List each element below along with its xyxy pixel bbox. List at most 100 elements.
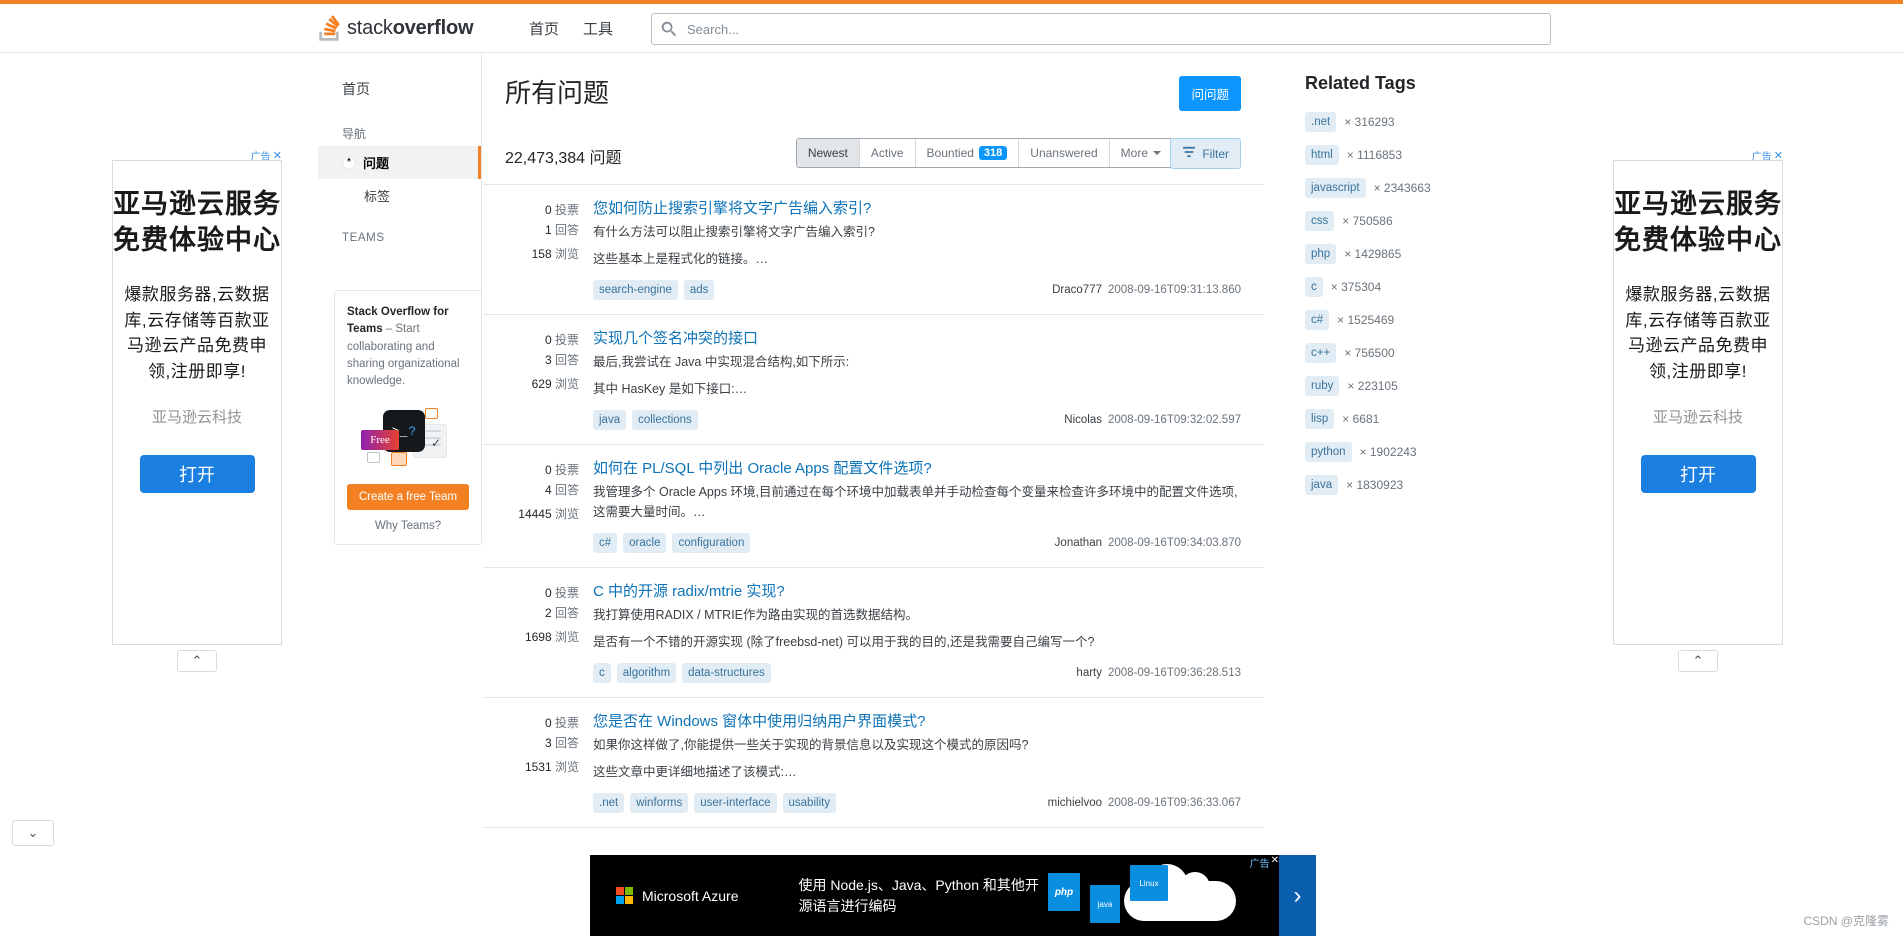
tab-more[interactable]: More xyxy=(1109,139,1172,167)
left-ad-cta-button[interactable]: 打开 xyxy=(139,455,255,494)
bottom-ad-close-icon[interactable]: ✕ xyxy=(1271,855,1279,870)
question-timestamp: 2008-09-16T09:31:13.860 xyxy=(1108,284,1241,296)
tab-bountied[interactable]: Bountied 318 xyxy=(915,139,1020,167)
teams-promo-card: Stack Overflow for Teams – Start collabo… xyxy=(334,290,482,546)
question-excerpt: 如果你这样做了,你能提供一些关于实现的背景信息以及实现这个模式的原因吗? xyxy=(593,738,1029,753)
related-tag[interactable]: ruby xyxy=(1305,376,1340,396)
search-input[interactable] xyxy=(685,20,1541,38)
question-votes-count: 0 xyxy=(544,203,552,217)
ask-question-button[interactable]: 问问题 xyxy=(1179,76,1241,111)
sidebar-section-teams: TEAMS xyxy=(342,232,385,244)
question-views-count: 629 xyxy=(531,377,552,391)
question-tag[interactable]: c# xyxy=(593,533,618,553)
right-ad-collapse-button[interactable]: ⌃ xyxy=(1678,650,1718,672)
related-tag[interactable]: python xyxy=(1305,442,1352,462)
related-tag-count: × 756500 xyxy=(1344,346,1395,360)
question-tag[interactable]: data-structures xyxy=(682,663,771,683)
question-title-link[interactable]: 您是否在 Windows 窗体中使用归纳用户界面模式? xyxy=(593,712,1241,732)
bottom-banner-ad[interactable]: Microsoft Azure 使用 Node.js、Java、Python 和… xyxy=(590,855,1316,936)
question-tag[interactable]: usability xyxy=(782,793,837,813)
right-ad-cta-button[interactable]: 打开 xyxy=(1640,455,1756,494)
question-votes-stat: 0 投票 xyxy=(505,330,579,350)
related-tag[interactable]: javascript xyxy=(1305,178,1366,198)
question-title-link[interactable]: 如何在 PL/SQL 中列出 Oracle Apps 配置文件选项? xyxy=(593,459,1241,479)
question-title-link[interactable]: C 中的开源 radix/mtrie 实现? xyxy=(593,582,1241,602)
question-tag[interactable]: java xyxy=(593,410,627,430)
question-author[interactable]: Nicolas xyxy=(1064,414,1102,426)
question-tag[interactable]: oracle xyxy=(623,533,667,553)
related-tag-row: c × 375304 xyxy=(1305,277,1583,297)
left-ad-collapse-button[interactable]: ⌃ xyxy=(177,650,217,672)
globe-icon xyxy=(342,156,356,170)
filter-button-label: Filter xyxy=(1202,146,1229,161)
question-votes-stat: 0 投票 xyxy=(505,713,579,733)
related-tag[interactable]: lisp xyxy=(1305,409,1335,429)
question-tag[interactable]: search-engine xyxy=(593,280,678,300)
why-teams-link[interactable]: Why Teams? xyxy=(347,520,469,532)
question-footer: .net winforms user-interface usability michi… xyxy=(593,793,1241,813)
related-tag[interactable]: java xyxy=(1305,475,1339,495)
sidebar-item-questions[interactable]: 问题 xyxy=(318,146,481,179)
left-ad-body[interactable]: 亚马逊云服务免费体验中心 爆款服务器,云数据库,云存储等百款亚马逊云产品免费申领… xyxy=(112,160,282,645)
question-views-label: 浏览 xyxy=(554,377,579,391)
question-tag[interactable]: configuration xyxy=(672,533,751,553)
related-tag[interactable]: c xyxy=(1305,277,1323,297)
question-author[interactable]: Draco777 xyxy=(1052,284,1102,296)
checkmark-icon: ✓ xyxy=(431,436,442,451)
question-item: 0 投票 3 回答 629 浏览 实现几个签名冲突的接口 最后,我尝试在 Java 中实… xyxy=(483,315,1263,445)
question-tag[interactable]: collections xyxy=(632,410,698,430)
question-views-label: 浏览 xyxy=(554,507,579,521)
question-stats: 0 投票 3 回答 1531 浏览 xyxy=(505,712,593,813)
related-tag[interactable]: css xyxy=(1305,211,1335,231)
related-tag[interactable]: c# xyxy=(1305,310,1330,330)
question-author[interactable]: michielvoo xyxy=(1048,797,1102,809)
search-bar[interactable] xyxy=(651,13,1551,45)
question-views-stat: 14445 浏览 xyxy=(505,504,579,524)
question-tag[interactable]: algorithm xyxy=(616,663,677,683)
tab-active[interactable]: Active xyxy=(859,139,916,167)
filter-button[interactable]: Filter xyxy=(1170,138,1241,169)
related-tag-count: × 2343663 xyxy=(1373,181,1431,195)
right-ad-body[interactable]: 亚马逊云服务免费体验中心 爆款服务器,云数据库,云存储等百款亚马逊云产品免费申领… xyxy=(1613,160,1783,645)
related-tag[interactable]: html xyxy=(1305,145,1339,165)
question-votes-label: 投票 xyxy=(554,203,579,217)
related-tag-count: × 1429865 xyxy=(1344,247,1402,261)
question-tag[interactable]: .net xyxy=(593,793,625,813)
question-title-link[interactable]: 您如何防止搜索引擎将文字广告编入索引? xyxy=(593,199,1241,219)
related-tag[interactable]: .net xyxy=(1305,112,1337,132)
question-excerpt: 我打算使用RADIX / MTRIE作为路由实现的首选数据结构。 xyxy=(593,608,919,623)
question-stats: 0 投票 2 回答 1698 浏览 xyxy=(505,582,593,683)
nav-link-home[interactable]: 首页 xyxy=(529,18,559,39)
left-ad-brand: 亚马逊云科技 xyxy=(151,409,242,427)
question-body: C 中的开源 radix/mtrie 实现? 我打算使用RADIX / MTRIE… xyxy=(593,582,1241,683)
related-tag[interactable]: php xyxy=(1305,244,1337,264)
question-tag-row: search-engine ads xyxy=(593,280,715,300)
question-tag[interactable]: user-interface xyxy=(694,793,777,813)
bottom-ad-text: 使用 Node.js、Java、Python 和其他开源语言进行编码 xyxy=(798,877,1039,914)
tab-label: Active xyxy=(870,146,904,160)
question-tag[interactable]: ads xyxy=(683,280,715,300)
question-author[interactable]: harty xyxy=(1076,667,1102,679)
question-votes-stat: 0 投票 xyxy=(505,200,579,220)
question-tag[interactable]: winforms xyxy=(630,793,689,813)
left-edge-collapse-toggle[interactable]: ⌄ xyxy=(12,820,54,846)
tab-unanswered[interactable]: Unanswered xyxy=(1019,139,1110,167)
site-logo[interactable]: stackoverflow xyxy=(318,10,474,46)
nav-link-tools[interactable]: 工具 xyxy=(583,18,613,39)
related-tag[interactable]: c++ xyxy=(1305,343,1337,363)
sidebar-item-home[interactable]: 首页 xyxy=(318,73,481,105)
right-ad-headline: 亚马逊云服务免费体验中心 xyxy=(1614,189,1782,255)
question-tag[interactable]: c xyxy=(593,663,611,683)
question-meta: harty 2008-09-16T09:36:28.513 xyxy=(1066,667,1241,679)
site-logo-text: stackoverflow xyxy=(347,16,474,39)
create-free-team-button[interactable]: Create a free Team xyxy=(347,484,469,511)
sidebar-item-tags[interactable]: 标签 xyxy=(318,179,481,212)
search-icon xyxy=(661,21,677,37)
question-author[interactable]: Jonathan xyxy=(1055,537,1102,549)
tab-newest[interactable]: Newest xyxy=(796,139,860,167)
related-tag-row: c++ × 756500 xyxy=(1305,343,1583,363)
question-views-count: 14445 xyxy=(518,507,552,521)
question-title-link[interactable]: 实现几个签名冲突的接口 xyxy=(593,329,1241,349)
bottom-ad-next-button[interactable]: › xyxy=(1279,855,1316,936)
question-body: 实现几个签名冲突的接口 最后,我尝试在 Java 中实现混合结构,如下所示: 其中 … xyxy=(593,329,1241,430)
